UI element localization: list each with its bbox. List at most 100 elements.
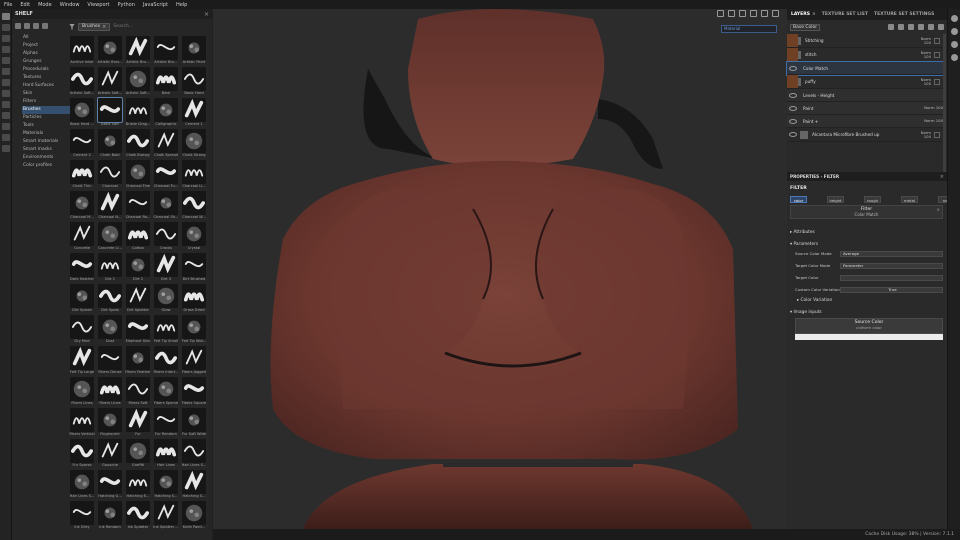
brush-tile[interactable]: Basic Hard ...: [69, 97, 95, 128]
paint-tool-icon[interactable]: [1, 13, 10, 20]
category-item[interactable]: Smart materials: [22, 138, 76, 146]
effect-row-selected[interactable]: Color Match: [786, 61, 944, 76]
tab-layers[interactable]: LAYERS ×: [789, 9, 818, 20]
folder-icon[interactable]: [15, 22, 21, 29]
effect-blend[interactable]: Norm 100: [923, 106, 943, 110]
brush-tile[interactable]: Fibers Feather: [125, 345, 151, 376]
brush-tile[interactable]: Fibers Lines: [69, 376, 95, 407]
brush-tile[interactable]: Fibers Sparse: [153, 376, 179, 407]
brush-tile[interactable]: Archive Inker: [69, 35, 95, 66]
brush-tile[interactable]: Ink Splatter ...: [153, 500, 179, 531]
brush-tile[interactable]: Artistic Soft...: [125, 66, 151, 97]
menu-window[interactable]: Window: [60, 2, 80, 8]
brush-tile[interactable]: Fibers Vertical: [69, 407, 95, 438]
tab-texture-set-settings[interactable]: TEXTURE SET SETTINGS: [872, 9, 936, 20]
brush-tile[interactable]: Glow: [153, 283, 179, 314]
category-item[interactable]: Project: [22, 42, 76, 50]
brush-tile[interactable]: Felt Tip Small: [153, 314, 179, 345]
add-effect-icon[interactable]: [918, 24, 924, 30]
brush-tile[interactable]: Dirt Splatter: [125, 283, 151, 314]
symmetry-icon[interactable]: [717, 10, 724, 17]
brush-tile[interactable]: Gouache: [97, 438, 123, 469]
close-icon[interactable]: ×: [937, 207, 940, 212]
brush-tile[interactable]: Chalk Spread: [153, 128, 179, 159]
menu-javascript[interactable]: JavaScript: [143, 2, 168, 8]
tile-view-icon[interactable]: [33, 22, 39, 29]
effect-row[interactable]: Paint + Norm 100: [787, 115, 943, 128]
brush-tile[interactable]: Cement 2: [69, 128, 95, 159]
brush-tile[interactable]: Dirt 3: [153, 252, 179, 283]
brush-tile[interactable]: Fibers Square: [181, 376, 207, 407]
layer-checkbox[interactable]: [934, 78, 940, 85]
brush-tile[interactable]: Concrete Li...: [97, 221, 123, 252]
add-mask-icon[interactable]: [908, 24, 914, 30]
brush-tile[interactable]: Felt Tip Wid...: [181, 314, 207, 345]
close-icon[interactable]: ×: [812, 12, 816, 17]
brush-tile[interactable]: Cracks: [153, 221, 179, 252]
filter-resource-slot[interactable]: Filter Color Match ×: [790, 205, 943, 219]
frame-icon[interactable]: [739, 10, 746, 17]
layers-dock-icon[interactable]: [950, 15, 958, 22]
source-color-preview[interactable]: [795, 334, 943, 340]
category-item[interactable]: Tools: [22, 122, 76, 130]
brush-tile[interactable]: Cement 1: [181, 97, 207, 128]
brush-tile[interactable]: Hatching S...: [181, 469, 207, 500]
color-variation-section[interactable]: ▸ Color Variation: [797, 298, 832, 303]
brush-tile[interactable]: Dirt Splash: [69, 283, 95, 314]
brush-tile[interactable]: Artistic Bru...: [125, 35, 151, 66]
brush-tile[interactable]: Ink Dirty: [69, 500, 95, 531]
layer-row[interactable]: Stitching Norm 100: [787, 34, 943, 48]
brush-tile[interactable]: Charcoal Li...: [181, 159, 207, 190]
material-mode-dropdown[interactable]: Material: [721, 25, 777, 33]
brush-tile[interactable]: Ink Splatter: [125, 500, 151, 531]
channel-height-button[interactable]: height: [827, 196, 844, 203]
channel-rough-button[interactable]: rough: [864, 196, 881, 203]
folder-icon[interactable]: [928, 24, 934, 30]
category-item[interactable]: Particles: [22, 114, 76, 122]
brush-tile[interactable]: Ink Random: [97, 500, 123, 531]
layer-row[interactable]: puffy Norm 100: [787, 75, 943, 89]
brush-tile[interactable]: Knife Paint...: [181, 500, 207, 531]
category-item[interactable]: Hard Surfaces: [22, 82, 76, 90]
brush-tile[interactable]: Hair Lines S...: [181, 438, 207, 469]
brush-tile[interactable]: Cotton: [125, 221, 151, 252]
layer-checkbox[interactable]: [934, 131, 940, 138]
projection-tool-icon[interactable]: [1, 35, 10, 42]
category-item[interactable]: Filters: [22, 98, 76, 106]
brush-tile[interactable]: Charcoal Sh...: [153, 190, 179, 221]
layer-blend[interactable]: Norm 100: [911, 77, 931, 86]
brush-tile[interactable]: Charcoal M...: [69, 190, 95, 221]
annotate-icon[interactable]: [1, 123, 10, 130]
brush-tile[interactable]: Concrete: [69, 221, 95, 252]
document-icon[interactable]: [1, 145, 10, 152]
add-layer-icon[interactable]: [888, 24, 894, 30]
history-dock-icon[interactable]: [950, 41, 958, 48]
brush-tile[interactable]: Fibers Intert...: [153, 345, 179, 376]
chip-close-icon[interactable]: ×: [102, 24, 106, 30]
brush-tile[interactable]: Artistic Brus...: [97, 35, 123, 66]
brush-tile[interactable]: Artistic Paint: [181, 35, 207, 66]
brush-tile[interactable]: Fur Random: [153, 407, 179, 438]
attributes-section[interactable]: ▸ Attributes: [790, 230, 815, 235]
category-item[interactable]: Materials: [22, 130, 76, 138]
brush-tile[interactable]: Artistic Soft...: [69, 66, 95, 97]
brush-tile[interactable]: Dirt 1: [97, 252, 123, 283]
bake-icon[interactable]: [1, 101, 10, 108]
smudge-tool-icon[interactable]: [1, 57, 10, 64]
brush-tile[interactable]: Dirt Spots: [97, 283, 123, 314]
brush-tile[interactable]: Fibers Jagged: [181, 345, 207, 376]
brush-tile[interactable]: Felt Tip Large: [69, 345, 95, 376]
layer-checkbox[interactable]: [934, 37, 940, 44]
layer-blend[interactable]: Norm 100: [911, 130, 931, 139]
parameters-section[interactable]: ▾ Parameters: [790, 242, 818, 247]
layer-blend[interactable]: Norm 100: [911, 50, 931, 59]
brush-tile[interactable]: Charcoal Fine: [125, 159, 151, 190]
brush-tile[interactable]: Charcoal Fu...: [153, 159, 179, 190]
eye-icon[interactable]: [789, 92, 797, 98]
brush-tile[interactable]: Fibers Soft: [125, 376, 151, 407]
new-page-icon[interactable]: [24, 22, 30, 29]
layer-blend[interactable]: Norm 100: [911, 36, 931, 45]
category-item[interactable]: Alphas: [22, 50, 76, 58]
brush-tile[interactable]: Artistic Soft...: [97, 66, 123, 97]
brush-tile[interactable]: Dry Mud: [69, 314, 95, 345]
